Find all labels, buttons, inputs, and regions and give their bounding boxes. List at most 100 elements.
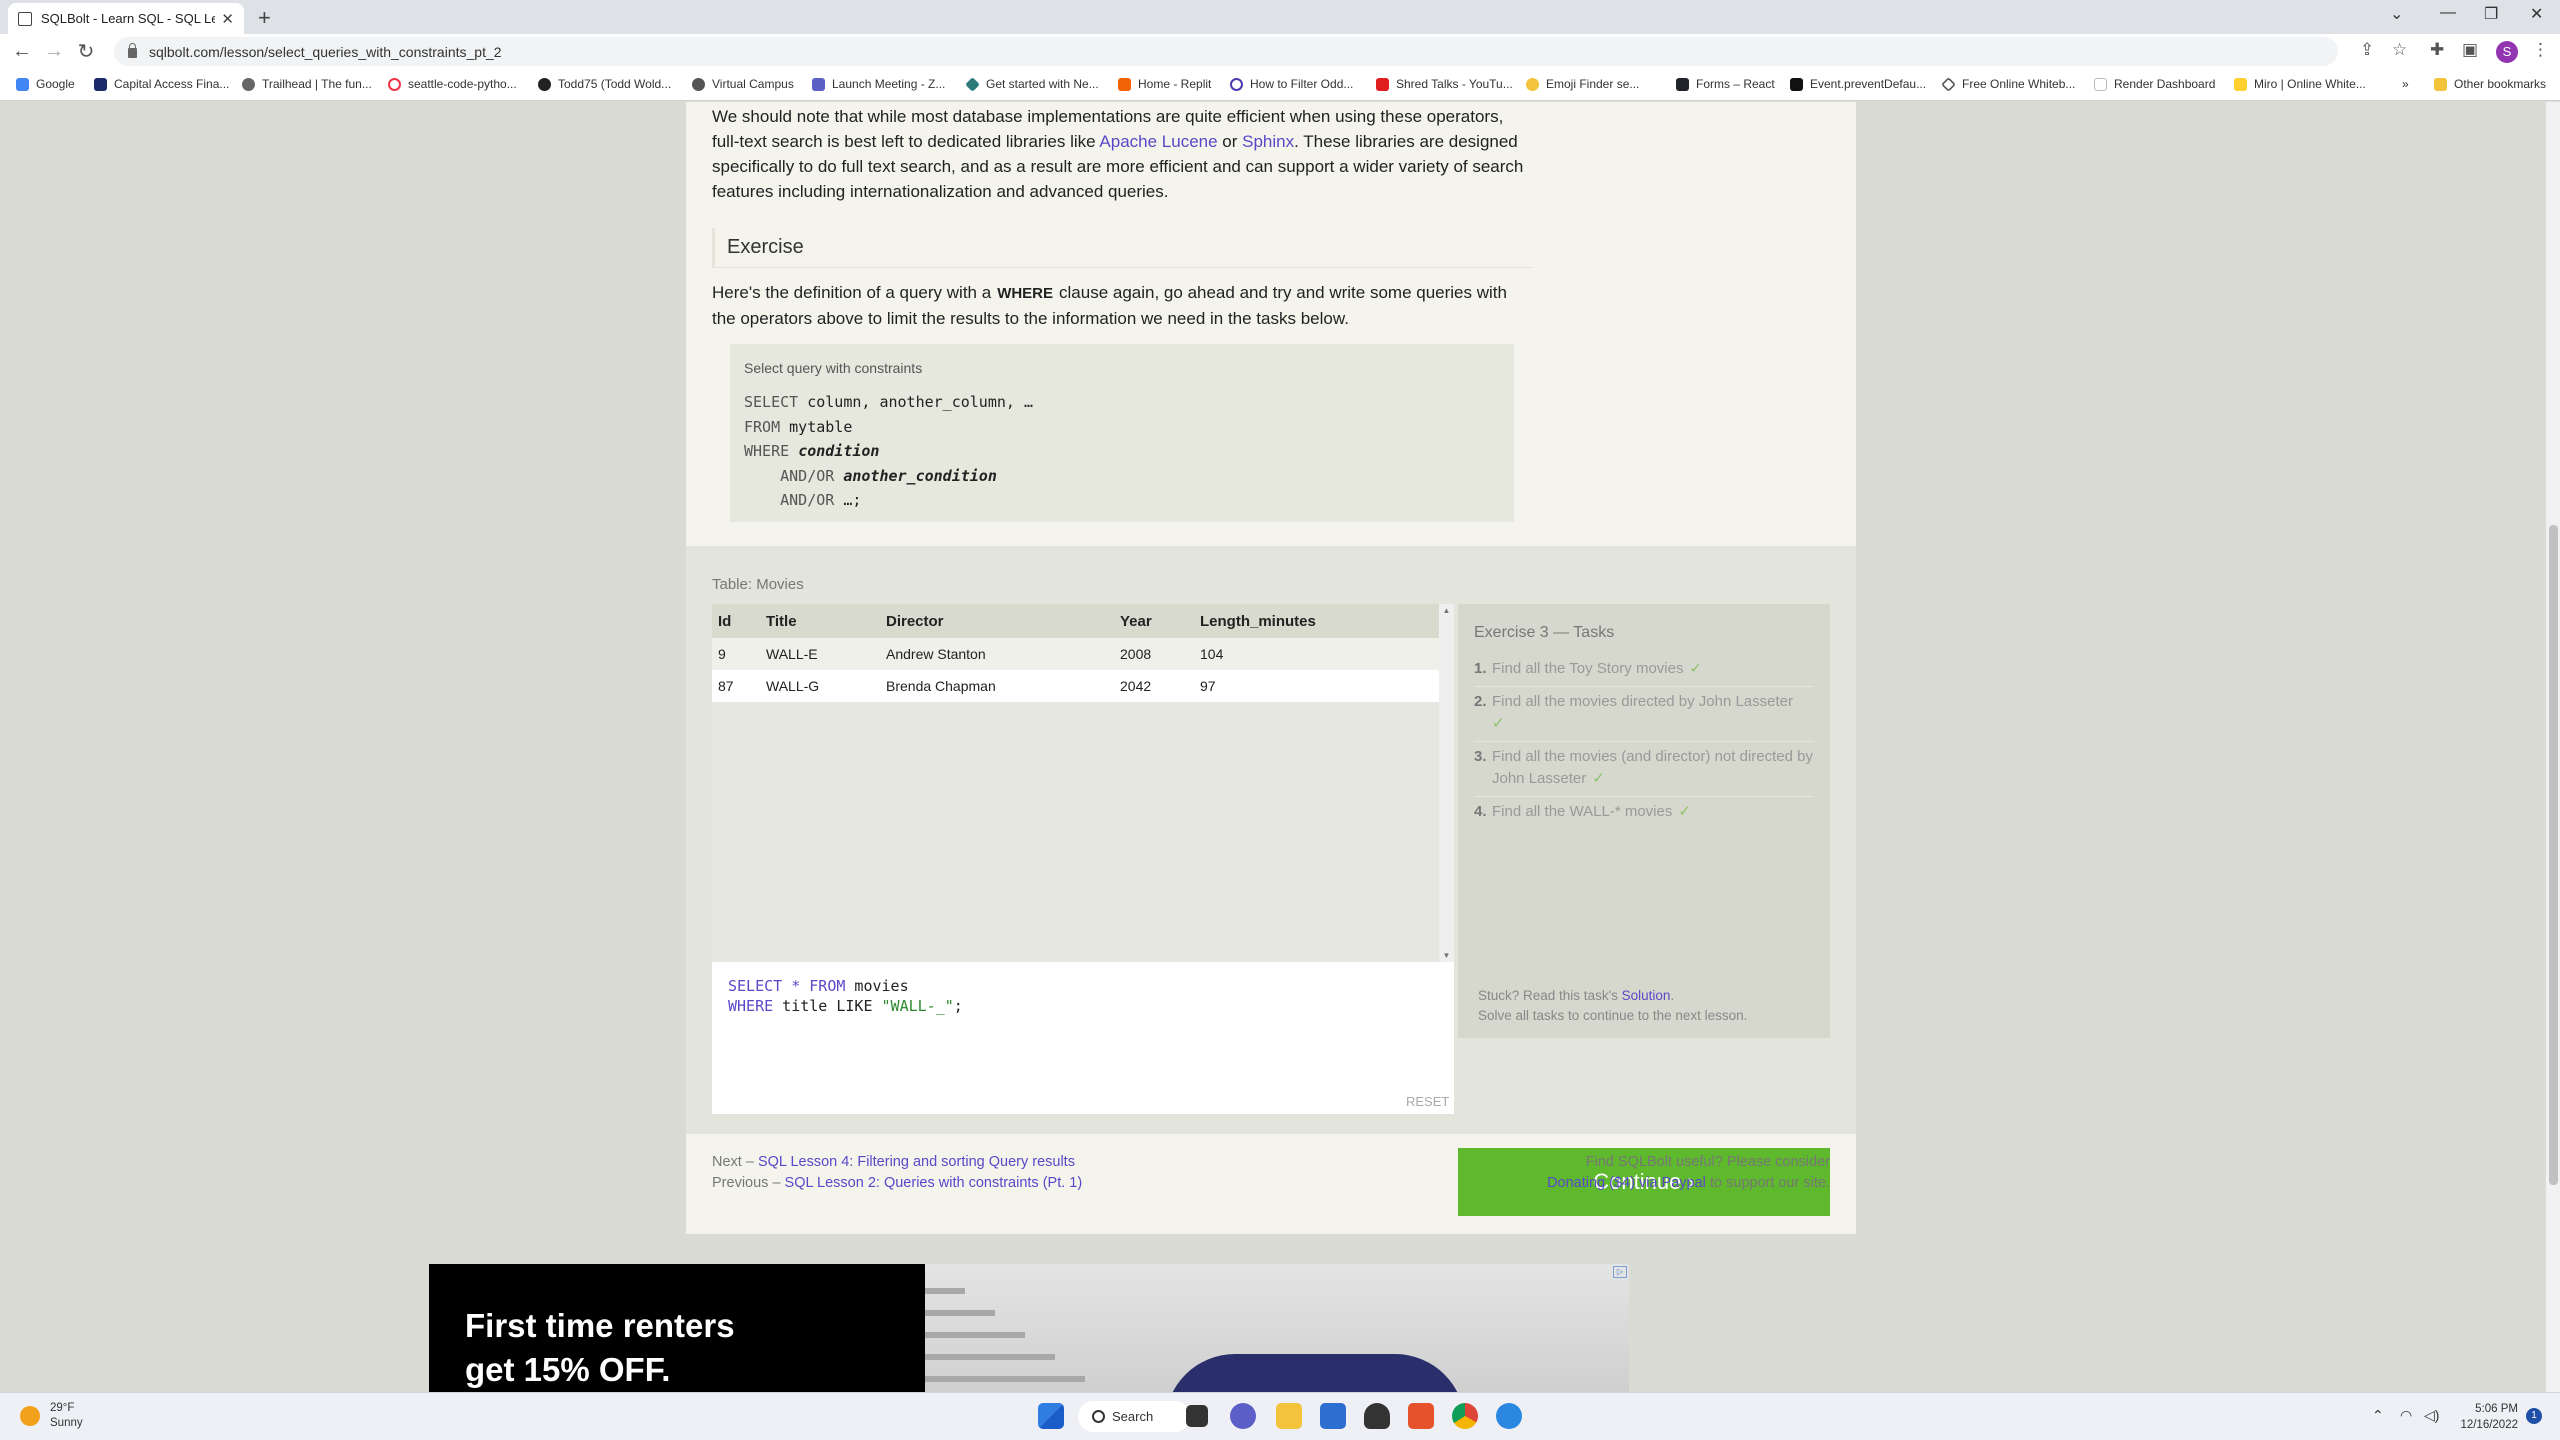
column-header: Title [760, 604, 880, 638]
close-tab-icon[interactable]: ✕ [221, 10, 234, 28]
restore-button[interactable]: ❐ [2484, 4, 2498, 24]
bookmark-item[interactable]: Forms – React [1676, 77, 1775, 91]
apache-lucene-link[interactable]: Apache Lucene [1099, 132, 1217, 151]
folder-icon [2434, 77, 2447, 91]
system-clock[interactable]: 5:06 PM 12/16/2022 [2456, 1401, 2518, 1433]
table-scrollbar[interactable]: ▲ ▼ [1439, 604, 1454, 962]
task-item: 1. Find all the Toy Story movies ✓ [1474, 654, 1814, 687]
scroll-down-icon[interactable]: ▼ [1439, 951, 1454, 960]
question-icon [1230, 77, 1243, 91]
app-icon[interactable] [1364, 1403, 1390, 1429]
sql-query-editor[interactable]: SELECT * FROM movies WHERE title LIKE "W… [712, 962, 1454, 1114]
donate-link[interactable]: Donating ($4) via Paypal [1547, 1175, 1706, 1191]
app-icon[interactable] [1496, 1403, 1522, 1429]
minimize-button[interactable]: — [2440, 4, 2456, 22]
bookmark-item[interactable]: Miro | Online White... [2234, 77, 2366, 91]
bookmarks-overflow-button[interactable]: » [2402, 77, 2409, 91]
sqlbolt-favicon [18, 11, 32, 26]
file-explorer-icon[interactable] [1276, 1403, 1302, 1429]
wifi-icon[interactable]: ◠ [2400, 1407, 2412, 1424]
bookmark-item[interactable]: How to Filter Odd... [1230, 77, 1353, 91]
bookmark-item[interactable]: Emoji Finder se... [1526, 77, 1639, 91]
bookmark-item[interactable]: seattle-code-pytho... [388, 77, 517, 91]
scroll-up-icon[interactable]: ▲ [1439, 604, 1454, 615]
bookmark-item[interactable]: Get started with Ne... [965, 76, 1099, 92]
menu-kebab-icon[interactable]: ⋮ [2532, 40, 2549, 60]
checkmark-icon: ✓ [1678, 803, 1691, 820]
task-item: 4. Find all the WALL-* movies ✓ [1474, 803, 1691, 820]
bookmark-item[interactable]: Launch Meeting - Z... [812, 77, 945, 91]
whiteboard-icon [1941, 76, 1956, 92]
where-keyword: WHERE [997, 285, 1054, 302]
next-lesson-link[interactable]: SQL Lesson 4: Filtering and sorting Quer… [758, 1154, 1075, 1170]
exercise-heading: Exercise [712, 228, 1532, 268]
reset-button[interactable]: RESET [1406, 1094, 1449, 1109]
bookmark-item[interactable]: Virtual Campus [692, 77, 794, 91]
tab-title: SQLBolt - Learn SQL - SQL Lesso [41, 11, 216, 26]
extensions-icon[interactable]: ✚ [2430, 40, 2444, 60]
chrome-icon[interactable] [1452, 1403, 1478, 1429]
zoom-icon [812, 77, 825, 91]
tab-strip: SQLBolt - Learn SQL - SQL Lesso ✕ + ⌄ — … [0, 0, 2560, 34]
bookmark-item[interactable]: Capital Access Fina... [94, 77, 229, 91]
adchoices-icon[interactable]: ▷ [1613, 1266, 1627, 1278]
bookmark-star-icon[interactable]: ☆ [2392, 40, 2407, 60]
emoji-icon [1526, 77, 1539, 91]
bookmarks-bar: Google Capital Access Fina... Trailhead … [0, 69, 2560, 101]
store-icon[interactable] [1320, 1403, 1346, 1429]
other-bookmarks[interactable]: Other bookmarks [2434, 77, 2546, 91]
temperature: 29°F [50, 1402, 75, 1414]
bookmark-item[interactable]: Todd75 (Todd Wold... [538, 77, 671, 91]
windows-start-icon[interactable] [1038, 1403, 1064, 1429]
reload-icon[interactable]: ↻ [70, 39, 102, 64]
exercise-area: Table: Movies Id Title Director Year Len… [686, 546, 1856, 1216]
tab-search-icon[interactable]: ⌄ [2390, 4, 2403, 24]
volume-icon[interactable]: ◁) [2424, 1407, 2439, 1424]
bookmark-item[interactable]: Google [16, 77, 75, 91]
bookmark-item[interactable]: Event.preventDefau... [1790, 77, 1926, 91]
address-bar[interactable]: sqlbolt.com/lesson/select_queries_with_c… [114, 37, 2338, 66]
chat-icon[interactable] [1230, 1403, 1256, 1429]
weather-widget[interactable]: 29°F Sunny [20, 1401, 83, 1431]
side-panel-icon[interactable]: ▣ [2462, 40, 2478, 60]
table-cell: WALL-G [760, 670, 880, 702]
table-cell: 2008 [1114, 638, 1194, 670]
task-view-icon[interactable] [1186, 1405, 1208, 1427]
bookmark-item[interactable]: Home - Replit [1118, 77, 1211, 91]
sphinx-link[interactable]: Sphinx [1242, 132, 1294, 151]
bookmark-item[interactable]: Trailhead | The fun... [242, 77, 372, 91]
diamond-icon [965, 76, 980, 92]
browser-toolbar: ← → ↻ sqlbolt.com/lesson/select_queries_… [0, 34, 2560, 69]
ad-headline: First time renters get 15% OFF. [465, 1307, 735, 1388]
profile-avatar[interactable]: S [2496, 41, 2518, 63]
back-icon[interactable]: ← [6, 40, 38, 63]
share-icon[interactable]: ⇪ [2360, 40, 2374, 60]
windows-taskbar: 29°F Sunny Search ⌃ ◠ ◁) 5:06 PM 12/16/20… [0, 1392, 2560, 1440]
advertisement-banner[interactable]: First time renters get 15% OFF. ▷ [429, 1264, 1629, 1392]
table-cell: 104 [1194, 638, 1439, 670]
bookmark-item[interactable]: Free Online Whiteb... [1941, 76, 2075, 92]
stuck-hint: Stuck? Read this task's Solution. Solve … [1478, 988, 1748, 1023]
tasks-title: Exercise 3 — Tasks [1474, 624, 1615, 641]
browser-tab[interactable]: SQLBolt - Learn SQL - SQL Lesso ✕ [8, 3, 244, 34]
bookmark-item[interactable]: Shred Talks - YouTu... [1376, 77, 1513, 91]
taskbar-search[interactable]: Search [1078, 1401, 1190, 1432]
notification-badge[interactable]: 1 [2526, 1408, 2542, 1424]
forward-icon[interactable]: → [38, 40, 70, 63]
new-tab-button[interactable]: + [258, 5, 271, 31]
lesson-navigation: Next – SQL Lesson 4: Filtering and sorti… [712, 1154, 1083, 1191]
page-scrollbar-thumb[interactable] [2549, 525, 2558, 1185]
solution-link[interactable]: Solution [1622, 988, 1671, 1003]
replit-icon [1118, 77, 1131, 91]
bookmark-item[interactable]: Render Dashboard [2094, 77, 2215, 91]
bank-icon [94, 77, 107, 91]
donation-note: Find SQLBolt useful? Please consider Don… [1547, 1154, 1830, 1191]
miro-icon [2234, 77, 2247, 91]
google-icon [16, 77, 29, 91]
tray-overflow-icon[interactable]: ⌃ [2372, 1407, 2384, 1424]
close-window-button[interactable]: ✕ [2530, 4, 2543, 24]
react-icon [1676, 77, 1689, 91]
tasks-panel: Exercise 3 — Tasks 1. Find all the Toy St… [1458, 604, 1830, 1038]
git-icon[interactable] [1408, 1403, 1434, 1429]
previous-lesson-link[interactable]: SQL Lesson 2: Queries with constraints (… [785, 1175, 1083, 1191]
